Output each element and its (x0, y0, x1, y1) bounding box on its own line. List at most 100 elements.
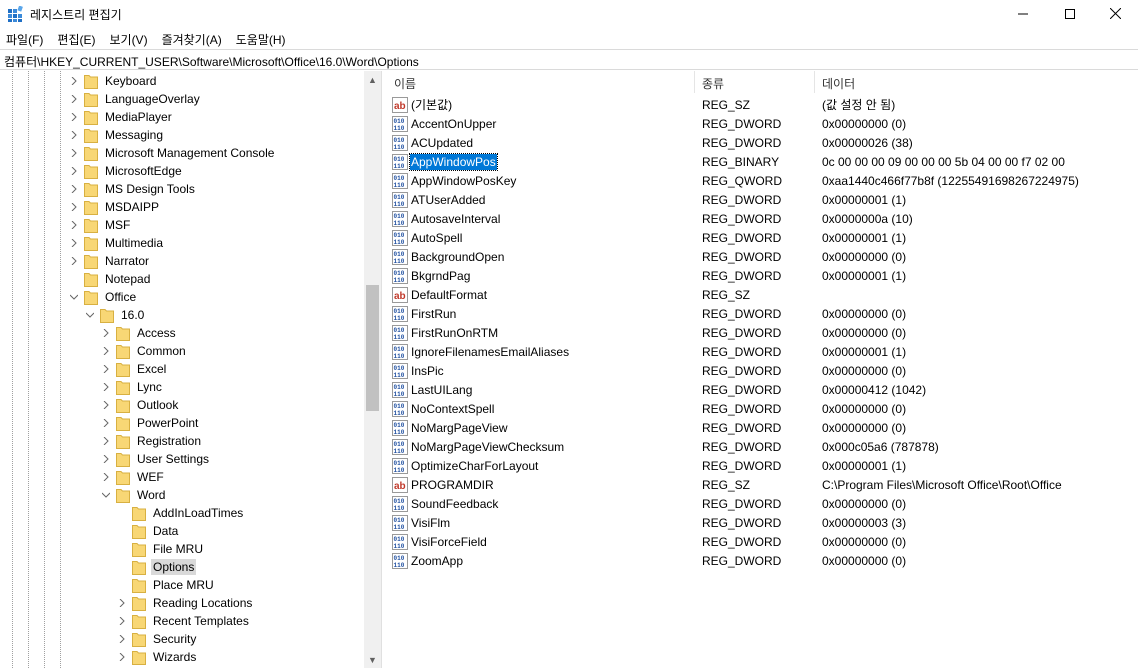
column-header-name[interactable]: 이름 (387, 71, 695, 93)
value-row[interactable]: 010 110 SoundFeedback REG_DWORD 0x00000000 (… (387, 494, 1138, 513)
chevron-right-icon[interactable] (116, 612, 128, 630)
value-row[interactable]: 010 110 BackgroundOpen REG_DWORD 0x00000000 … (387, 247, 1138, 266)
value-row[interactable]: 010 110 VisiForceField REG_DWORD 0x00000000 … (387, 532, 1138, 551)
value-row[interactable]: 010 110 IgnoreFilenamesEmailAliases REG_DWO… (387, 342, 1138, 361)
menu-edit[interactable]: 편집(E) (51, 28, 101, 48)
tree-scrollbar[interactable]: ▲ ▼ (364, 71, 381, 668)
menu-view[interactable]: 보기(V) (103, 28, 153, 48)
chevron-right-icon[interactable] (68, 108, 80, 126)
value-row[interactable]: 010 110 AutoSpell REG_DWORD 0x00000001 (1) (387, 228, 1138, 247)
value-row[interactable]: ab PROGRAMDIR REG_SZ C:\Program Files\Micro… (387, 475, 1138, 494)
tree-item[interactable]: Place MRU (116, 576, 216, 594)
chevron-right-icon[interactable] (68, 72, 80, 90)
value-row[interactable]: 010 110 NoMargPageViewChecksum REG_DWORD 0x0… (387, 437, 1138, 456)
tree-item[interactable]: Wizards (116, 648, 198, 666)
menu-help[interactable]: 도움말(H) (230, 28, 292, 48)
value-row[interactable]: 010 110 InsPic REG_DWORD 0x00000000 (0) (387, 361, 1138, 380)
value-row[interactable]: ab DefaultFormat REG_SZ (387, 285, 1138, 304)
tree-item[interactable]: User Settings (100, 450, 211, 468)
menu-favorites[interactable]: 즐겨찾기(A) (156, 28, 228, 48)
tree-item[interactable]: Options (116, 558, 197, 576)
chevron-right-icon[interactable] (68, 90, 80, 108)
tree-item[interactable]: Word (100, 486, 167, 504)
chevron-right-icon[interactable] (68, 144, 80, 162)
column-header-type[interactable]: 종류 (695, 71, 815, 93)
minimize-button[interactable] (1000, 0, 1046, 27)
scroll-down-arrow-icon[interactable]: ▼ (364, 651, 381, 668)
tree-item[interactable]: Office (68, 288, 138, 306)
tree-item[interactable]: MicrosoftEdge (68, 162, 184, 180)
tree-item[interactable]: File MRU (116, 540, 205, 558)
value-row[interactable]: 010 110 BkgrndPag REG_DWORD 0x00000001 (1) (387, 266, 1138, 285)
chevron-right-icon[interactable] (68, 180, 80, 198)
tree-item[interactable]: Registration (100, 432, 203, 450)
chevron-down-icon[interactable] (84, 306, 96, 324)
close-button[interactable] (1092, 0, 1138, 27)
value-row[interactable]: 010 110 AppWindowPosKey REG_QWORD 0xaa1440c4… (387, 171, 1138, 190)
tree-item[interactable]: Outlook (100, 396, 180, 414)
value-row[interactable]: 010 110 LastUILang REG_DWORD 0x00000412 (104… (387, 380, 1138, 399)
tree-item[interactable]: Multimedia (68, 234, 165, 252)
address-bar[interactable]: 컴퓨터\HKEY_CURRENT_USER\Software\Microsoft… (0, 49, 1138, 70)
tree-item[interactable]: Messaging (68, 126, 165, 144)
chevron-right-icon[interactable] (68, 198, 80, 216)
chevron-right-icon[interactable] (100, 414, 112, 432)
value-row[interactable]: ab (기본값) REG_SZ (값 설정 안 됨) (387, 95, 1138, 114)
chevron-right-icon[interactable] (100, 342, 112, 360)
maximize-button[interactable] (1047, 0, 1093, 27)
tree-item[interactable]: Narrator (68, 252, 151, 270)
chevron-right-icon[interactable] (100, 324, 112, 342)
chevron-down-icon[interactable] (68, 288, 80, 306)
chevron-right-icon[interactable] (100, 396, 112, 414)
chevron-right-icon[interactable] (68, 162, 80, 180)
value-row[interactable]: 010 110 NoMargPageView REG_DWORD 0x00000000 … (387, 418, 1138, 437)
value-row[interactable]: 010 110 ACUpdated REG_DWORD 0x00000026 (38) (387, 133, 1138, 152)
value-row[interactable]: 010 110 AccentOnUpper REG_DWORD 0x00000000 (… (387, 114, 1138, 133)
column-header-data[interactable]: 데이터 (815, 71, 1138, 93)
chevron-right-icon[interactable] (100, 450, 112, 468)
chevron-right-icon[interactable] (100, 432, 112, 450)
tree-item[interactable]: Recent Templates (116, 612, 251, 630)
chevron-right-icon[interactable] (68, 234, 80, 252)
chevron-down-icon[interactable] (100, 486, 112, 504)
chevron-right-icon[interactable] (100, 360, 112, 378)
chevron-right-icon[interactable] (68, 216, 80, 234)
chevron-right-icon[interactable] (100, 378, 112, 396)
tree-item[interactable]: Lync (100, 378, 164, 396)
value-row[interactable]: 010 110 VisiFlm REG_DWORD 0x00000003 (3) (387, 513, 1138, 532)
scroll-up-arrow-icon[interactable]: ▲ (364, 71, 381, 88)
tree-item[interactable]: LanguageOverlay (68, 90, 202, 108)
tree-item[interactable]: Keyboard (68, 72, 158, 90)
tree-item[interactable]: 16.0 (84, 306, 146, 324)
chevron-right-icon[interactable] (116, 648, 128, 666)
tree-item[interactable]: AddInLoadTimes (116, 504, 245, 522)
chevron-right-icon[interactable] (68, 252, 80, 270)
tree-item[interactable]: Common (100, 342, 188, 360)
tree-item[interactable]: Microsoft Management Console (68, 144, 276, 162)
tree-item[interactable]: Excel (100, 360, 168, 378)
chevron-right-icon[interactable] (116, 630, 128, 648)
value-row[interactable]: 010 110 AppWindowPos REG_BINARY 0c 00 00 00 … (387, 152, 1138, 171)
tree-item[interactable]: MSF (68, 216, 132, 234)
menu-file[interactable]: 파일(F) (0, 28, 49, 48)
value-row[interactable]: 010 110 OptimizeCharForLayout REG_DWORD 0x00… (387, 456, 1138, 475)
tree-item[interactable]: Notepad (68, 270, 152, 288)
tree-item[interactable]: Reading Locations (116, 594, 254, 612)
chevron-right-icon[interactable] (116, 594, 128, 612)
tree-item[interactable]: Security (116, 630, 198, 648)
tree-item[interactable]: Access (100, 324, 178, 342)
tree-item[interactable]: MSDAIPP (68, 198, 161, 216)
scrollbar-thumb[interactable] (366, 285, 379, 411)
chevron-right-icon[interactable] (68, 126, 80, 144)
value-row[interactable]: 010 110 FirstRunOnRTM REG_DWORD 0x00000000 (… (387, 323, 1138, 342)
tree-item[interactable]: MediaPlayer (68, 108, 174, 126)
value-row[interactable]: 010 110 ZoomApp REG_DWORD 0x00000000 (0) (387, 551, 1138, 570)
tree-item[interactable]: Data (116, 522, 180, 540)
value-row[interactable]: 010 110 ATUserAdded REG_DWORD 0x00000001 (1) (387, 190, 1138, 209)
tree-item[interactable]: WEF (100, 468, 166, 486)
tree-item[interactable]: MS Design Tools (68, 180, 197, 198)
chevron-right-icon[interactable] (100, 468, 112, 486)
value-row[interactable]: 010 110 NoContextSpell REG_DWORD 0x00000000 … (387, 399, 1138, 418)
tree-item[interactable]: PowerPoint (100, 414, 200, 432)
value-row[interactable]: 010 110 AutosaveInterval REG_DWORD 0x0000000… (387, 209, 1138, 228)
